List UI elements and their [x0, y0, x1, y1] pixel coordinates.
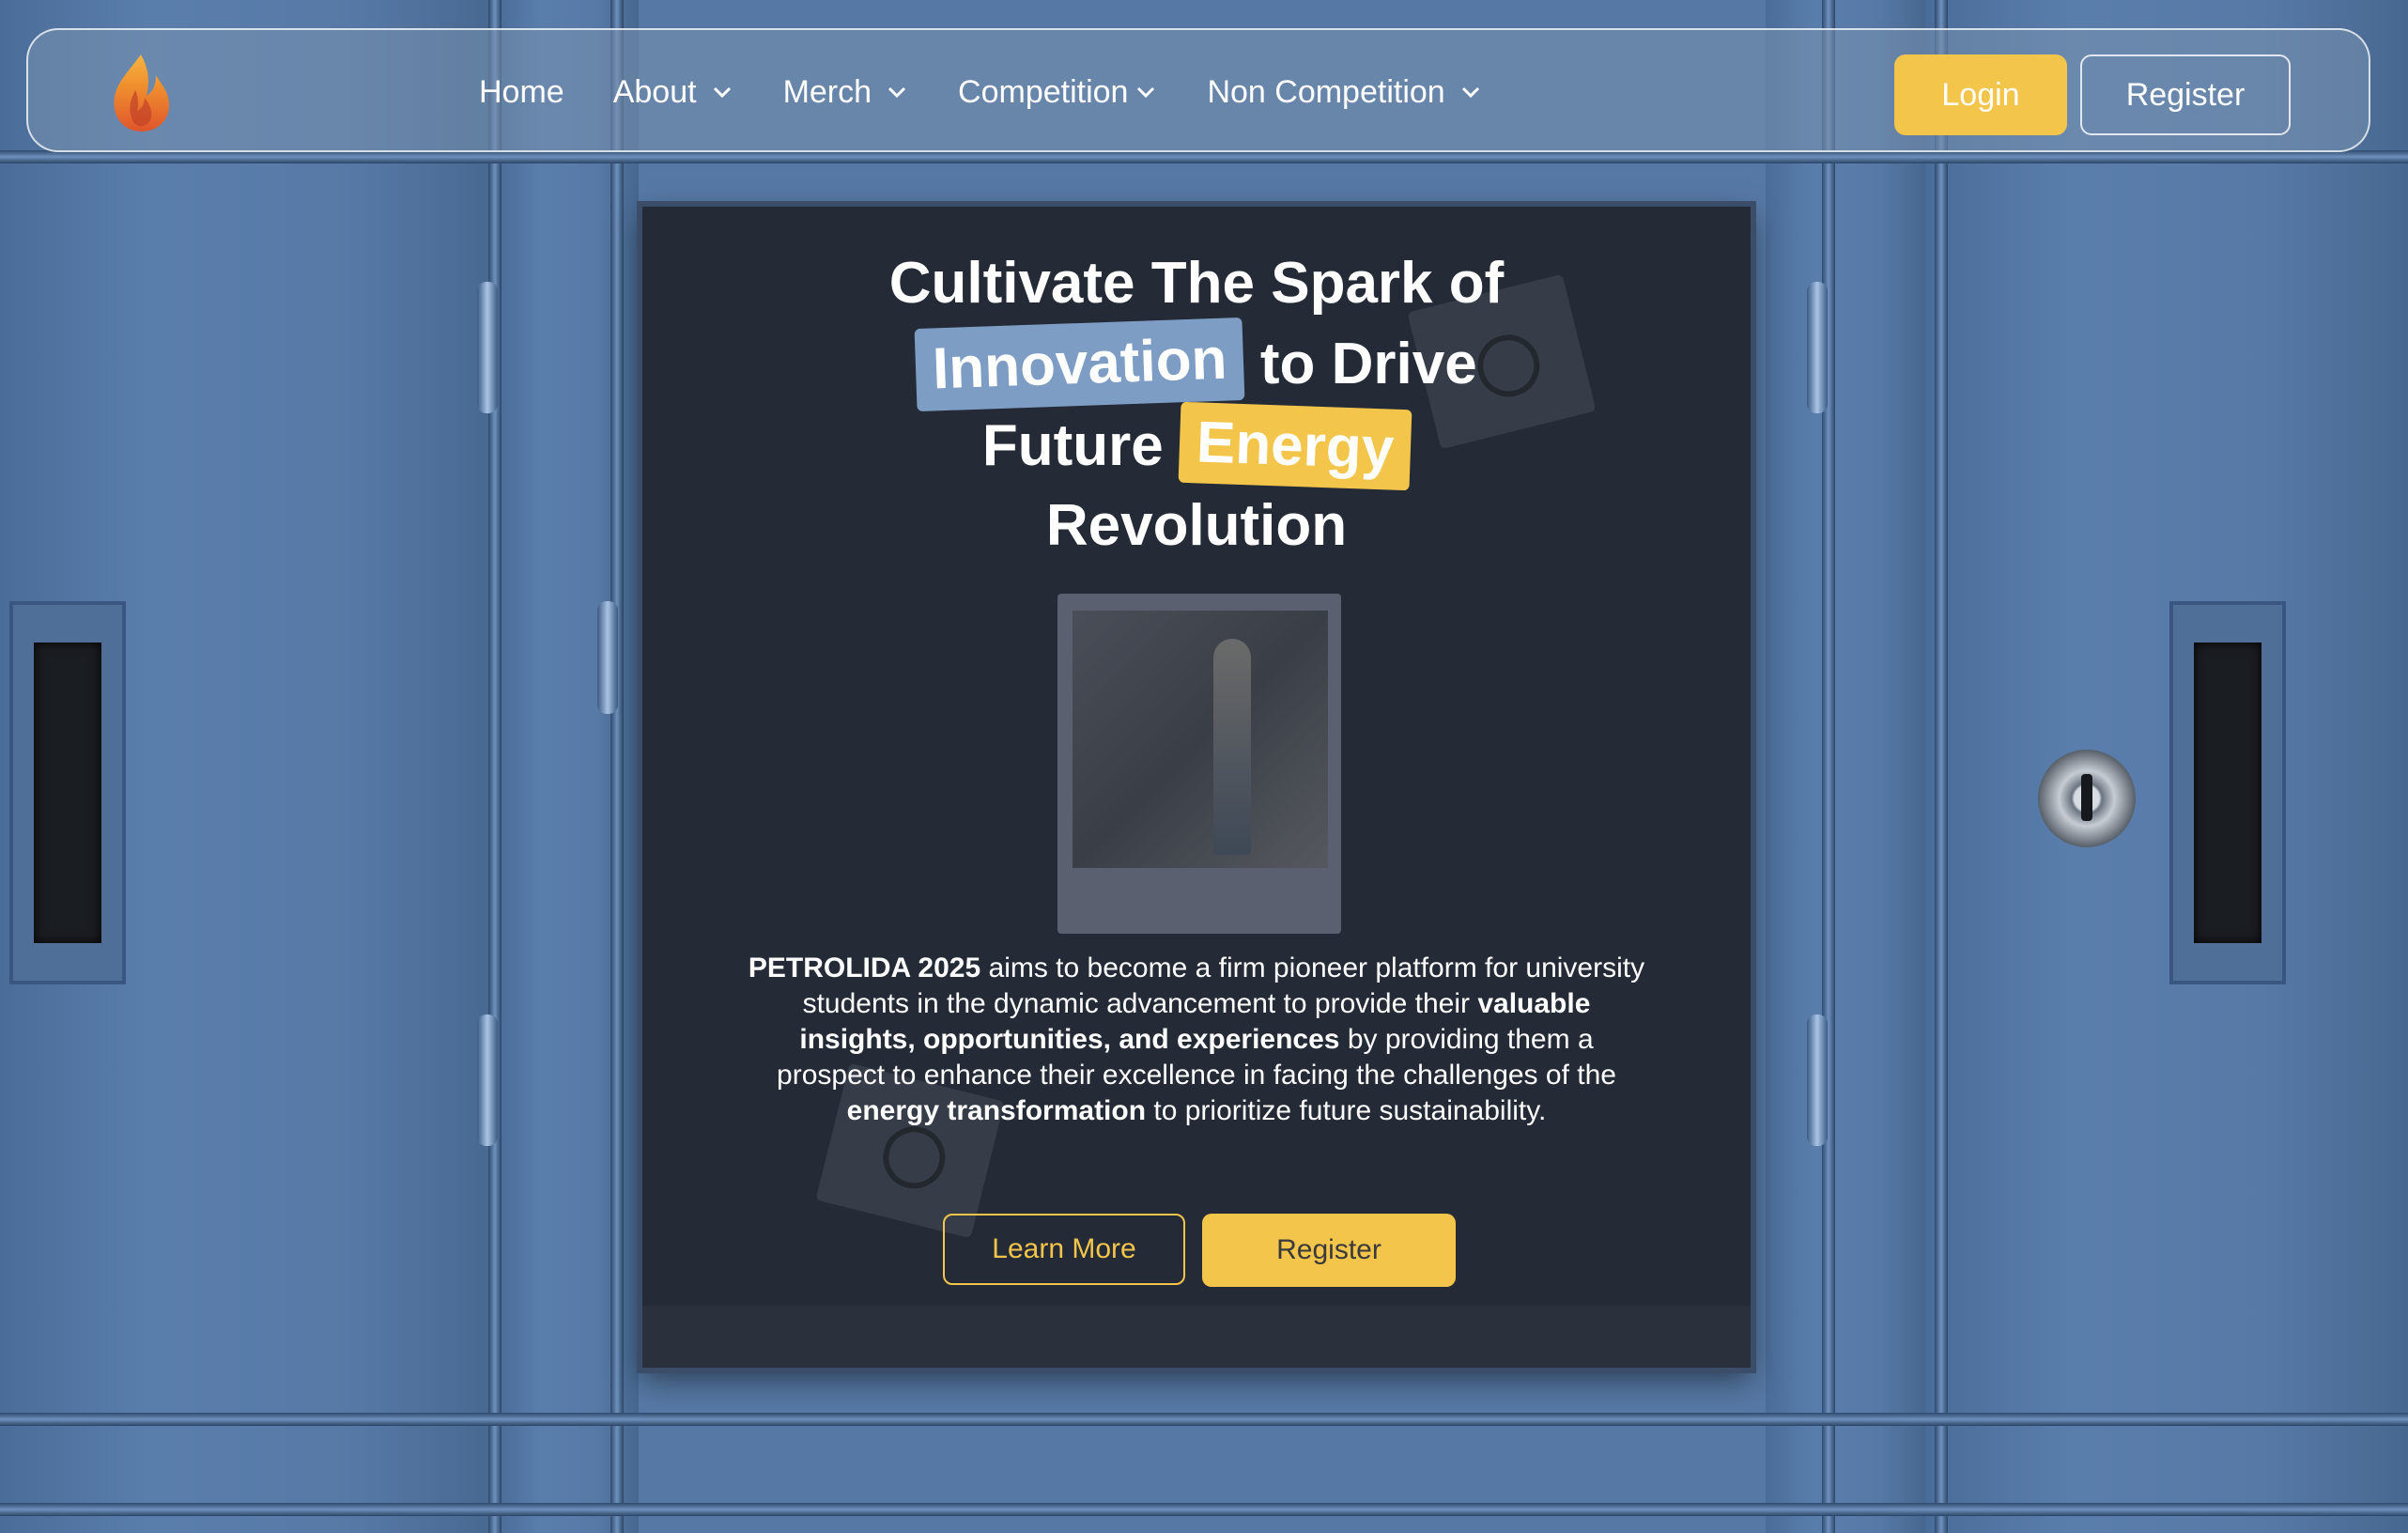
hero-photo — [1057, 594, 1341, 934]
hero-headline: Cultivate The Spark of Innovation to Dri… — [642, 244, 1751, 565]
navbar: Home About Merch Competition Non Competi… — [26, 28, 2370, 152]
hinge — [477, 282, 498, 413]
chevron-down-icon — [713, 86, 731, 99]
locker-handle-right — [2169, 601, 2286, 984]
hinge — [477, 1014, 498, 1146]
hinge — [1807, 282, 1828, 413]
desc-bold: PETROLIDA 2025 — [748, 952, 981, 983]
nav-label: About — [612, 73, 697, 110]
locker-door-right — [1925, 0, 2408, 1533]
nav-item-home[interactable]: Home — [479, 74, 564, 111]
nav-links: Home About Merch Competition Non Competi… — [479, 30, 1483, 154]
hero-register-button[interactable]: Register — [1202, 1214, 1456, 1287]
locker-hseam — [0, 1413, 2408, 1426]
highlight-innovation: Innovation — [914, 317, 1246, 412]
locker-seam — [1935, 0, 1948, 1533]
nav-item-competition[interactable]: Competition — [958, 74, 1158, 111]
headline-line-2: to Drive — [1259, 332, 1477, 396]
hinge — [597, 601, 618, 714]
locker-seam — [488, 0, 502, 1533]
register-button[interactable]: Register — [2080, 54, 2291, 135]
locker-hseam — [0, 1503, 2408, 1516]
flame-logo-icon[interactable] — [107, 53, 175, 133]
lock-icon — [2038, 750, 2136, 847]
locker-frame-right — [1766, 0, 1925, 1533]
chevron-down-icon — [888, 86, 906, 99]
nav-label: Merch — [782, 73, 872, 110]
learn-more-button[interactable]: Learn More — [943, 1214, 1185, 1285]
desc-text: to prioritize future sustainability. — [1146, 1095, 1547, 1126]
panel-bottom-strip — [642, 1306, 1751, 1368]
locker-handle-left — [9, 601, 126, 984]
headline-line-3: Future — [981, 413, 1164, 478]
highlight-energy: Energy — [1178, 401, 1412, 491]
hinge — [1807, 1014, 1828, 1146]
locker-seam — [610, 0, 624, 1533]
login-button[interactable]: Login — [1894, 54, 2067, 135]
hero-description: PETROLIDA 2025 aims to become a firm pio… — [746, 951, 1647, 1129]
headline-line-1: Cultivate The Spark of — [888, 251, 1505, 316]
chevron-down-icon — [1137, 86, 1155, 99]
headline-line-4: Revolution — [1045, 493, 1348, 558]
nav-label: Competition — [958, 73, 1129, 110]
desc-bold: energy transformation — [846, 1095, 1147, 1126]
nav-item-merch[interactable]: Merch — [783, 74, 909, 111]
chevron-down-icon — [1461, 86, 1479, 99]
nav-label: Non Competition — [1207, 73, 1445, 110]
hero-panel: Cultivate The Spark of Innovation to Dri… — [642, 207, 1751, 1368]
locker-seam — [1822, 0, 1835, 1533]
nav-item-non-competition[interactable]: Non Competition — [1207, 74, 1482, 111]
nav-label: Home — [479, 73, 564, 110]
nav-item-about[interactable]: About — [613, 74, 734, 111]
